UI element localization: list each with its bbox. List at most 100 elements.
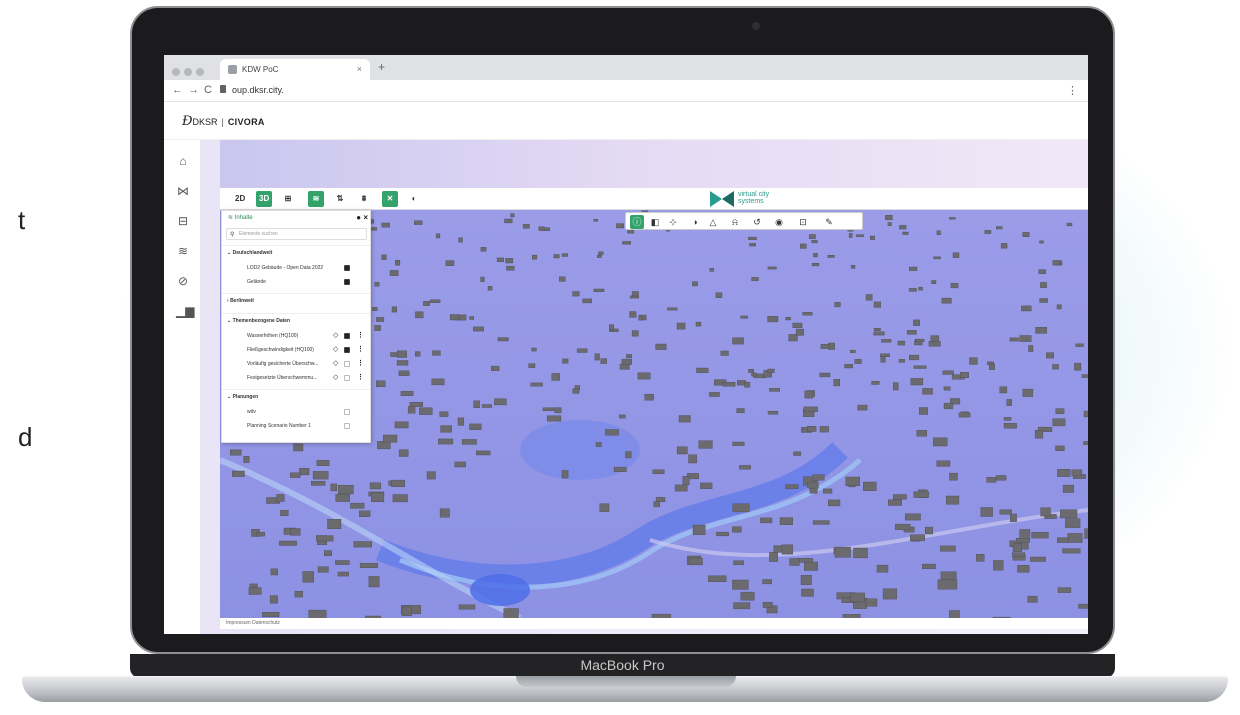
building bbox=[958, 412, 971, 418]
sketch-icon[interactable]: ✎ bbox=[822, 215, 836, 229]
building bbox=[999, 386, 1008, 394]
home-icon[interactable]: ⌂ bbox=[176, 154, 190, 168]
legend-icon[interactable]: ⇅ bbox=[332, 191, 348, 207]
browser-tab[interactable]: KDW PoC × bbox=[220, 59, 370, 80]
compass-icon[interactable]: ⊘ bbox=[176, 274, 190, 288]
layers-icon[interactable]: ≋ bbox=[176, 244, 190, 258]
layer-checkbox[interactable] bbox=[344, 375, 350, 381]
layers-toggle-icon[interactable]: ≋ bbox=[308, 191, 324, 207]
building bbox=[279, 540, 297, 546]
layer-item[interactable]: Vorläufig gesicherte Überschw... ◇ ⋮ bbox=[222, 357, 370, 371]
mode-2d-button[interactable]: 2D bbox=[232, 191, 248, 207]
draw-icon[interactable]: ⊡ bbox=[796, 215, 810, 229]
layer-group[interactable]: ⌄ Planungen bbox=[222, 389, 370, 403]
layer-style-icon[interactable]: ◇ bbox=[333, 371, 338, 385]
tools-icon[interactable]: ✕ bbox=[382, 191, 398, 207]
building bbox=[751, 277, 759, 281]
layer-menu-icon[interactable]: ⋮ bbox=[357, 343, 364, 357]
layers-panel-icon: ≋ bbox=[228, 215, 235, 221]
measure-icon[interactable]: △ bbox=[706, 215, 720, 229]
building bbox=[811, 263, 820, 267]
building bbox=[910, 378, 924, 386]
building bbox=[600, 358, 607, 364]
building bbox=[986, 477, 997, 483]
layer-item[interactable]: Fließgeschwindigkeit (HQ100) ◇ ⋮ bbox=[222, 343, 370, 357]
url-field[interactable]: oup.dksr.city. bbox=[232, 85, 284, 95]
panel-close-button[interactable]: × bbox=[363, 213, 368, 222]
layer-checkbox[interactable] bbox=[344, 265, 350, 271]
layer-checkbox[interactable] bbox=[344, 279, 350, 285]
building bbox=[302, 571, 314, 583]
building bbox=[609, 324, 614, 331]
layer-item-label: Wasserhöhen (HQ100) bbox=[247, 333, 299, 339]
share-icon[interactable]: ⩩ bbox=[356, 191, 372, 207]
layer-checkbox[interactable] bbox=[344, 423, 350, 429]
favicon-icon bbox=[228, 65, 237, 74]
building bbox=[802, 311, 813, 316]
layer-item[interactable]: Gelände bbox=[222, 275, 370, 289]
building bbox=[902, 231, 909, 235]
info-icon[interactable]: ⓘ bbox=[630, 215, 644, 229]
layout-icon[interactable]: ⊟ bbox=[176, 214, 190, 228]
view-icon[interactable]: ◉ bbox=[772, 215, 786, 229]
layer-menu-icon[interactable]: ⋮ bbox=[357, 371, 364, 385]
building bbox=[732, 579, 749, 590]
reload-icon[interactable]: C bbox=[204, 84, 212, 96]
building bbox=[622, 241, 631, 245]
layer-group[interactable]: ⌄ Deutschlandweit bbox=[222, 245, 370, 259]
building bbox=[888, 499, 902, 506]
layer-item[interactable]: LOD2 Gebäude - Open Data 2022 bbox=[222, 261, 370, 275]
layer-group[interactable]: › Berlinweit bbox=[222, 293, 370, 307]
building bbox=[370, 219, 374, 224]
layer-checkbox[interactable] bbox=[344, 361, 350, 367]
cross-section-icon[interactable]: ⊹ bbox=[666, 215, 680, 229]
split-view-icon[interactable]: ◧ bbox=[648, 215, 662, 229]
map-attribution[interactable]: Impressum Datenschutz bbox=[220, 618, 1088, 629]
flight-icon[interactable]: ↺ bbox=[750, 215, 764, 229]
layer-style-icon[interactable]: ◇ bbox=[333, 343, 338, 357]
styles-icon[interactable]: ◐ bbox=[406, 191, 422, 207]
layer-style-icon[interactable]: ◇ bbox=[333, 329, 338, 343]
building bbox=[823, 488, 833, 494]
mode-3d-button[interactable]: 3D bbox=[256, 191, 273, 207]
close-tab-icon[interactable]: × bbox=[357, 64, 362, 74]
building bbox=[439, 411, 449, 417]
layer-group-label: Deutschlandweit bbox=[232, 250, 273, 256]
building bbox=[1078, 603, 1088, 609]
viewer-icon[interactable]: ⋈ bbox=[176, 184, 190, 198]
layer-style-icon[interactable]: ◇ bbox=[333, 357, 338, 371]
layer-item[interactable]: wdv bbox=[222, 405, 370, 419]
layer-item[interactable]: Planning Scenario Number 1 bbox=[222, 419, 370, 433]
layer-item[interactable]: Festgesetzte Überschwemmu... ◇ ⋮ bbox=[222, 371, 370, 385]
building bbox=[374, 282, 380, 287]
app-logo[interactable]: ÐDKSR | CIVORA bbox=[182, 114, 265, 129]
layer-checkbox[interactable] bbox=[344, 347, 350, 353]
new-tab-button[interactable]: + bbox=[378, 60, 385, 74]
oblique-icon[interactable]: ⊞ bbox=[280, 191, 296, 207]
building bbox=[700, 482, 713, 489]
building bbox=[863, 481, 877, 492]
building bbox=[522, 224, 530, 229]
forward-icon[interactable]: → bbox=[188, 84, 199, 96]
layer-checkbox[interactable] bbox=[344, 333, 350, 339]
cropped-side-text: d bbox=[18, 422, 33, 452]
building bbox=[762, 602, 773, 608]
layer-item[interactable]: Wasserhöhen (HQ100) ◇ ⋮ bbox=[222, 329, 370, 343]
browser-menu-icon[interactable]: ⋮ bbox=[1067, 84, 1078, 97]
layer-menu-icon[interactable]: ⋮ bbox=[357, 357, 364, 371]
viewshed-icon[interactable]: ⍾ bbox=[728, 215, 742, 229]
building bbox=[572, 388, 580, 394]
viewer-frame-header bbox=[220, 140, 1088, 188]
window-controls[interactable] bbox=[172, 63, 208, 81]
layer-group-label: Berlinweit bbox=[230, 298, 254, 304]
layer-menu-icon[interactable]: ⋮ bbox=[357, 329, 364, 343]
building bbox=[989, 363, 995, 370]
analytics-icon[interactable]: ▁▆ bbox=[176, 304, 194, 318]
layer-search-input[interactable]: ⚲ Elemente suchen bbox=[226, 228, 367, 240]
layer-checkbox[interactable] bbox=[344, 409, 350, 415]
layer-group[interactable]: ⌄ Themenbezogene Daten bbox=[222, 313, 370, 327]
back-icon[interactable]: ← bbox=[172, 84, 183, 96]
building bbox=[993, 560, 1004, 571]
building bbox=[898, 358, 906, 363]
shadow-icon[interactable]: ◑ bbox=[688, 215, 702, 229]
